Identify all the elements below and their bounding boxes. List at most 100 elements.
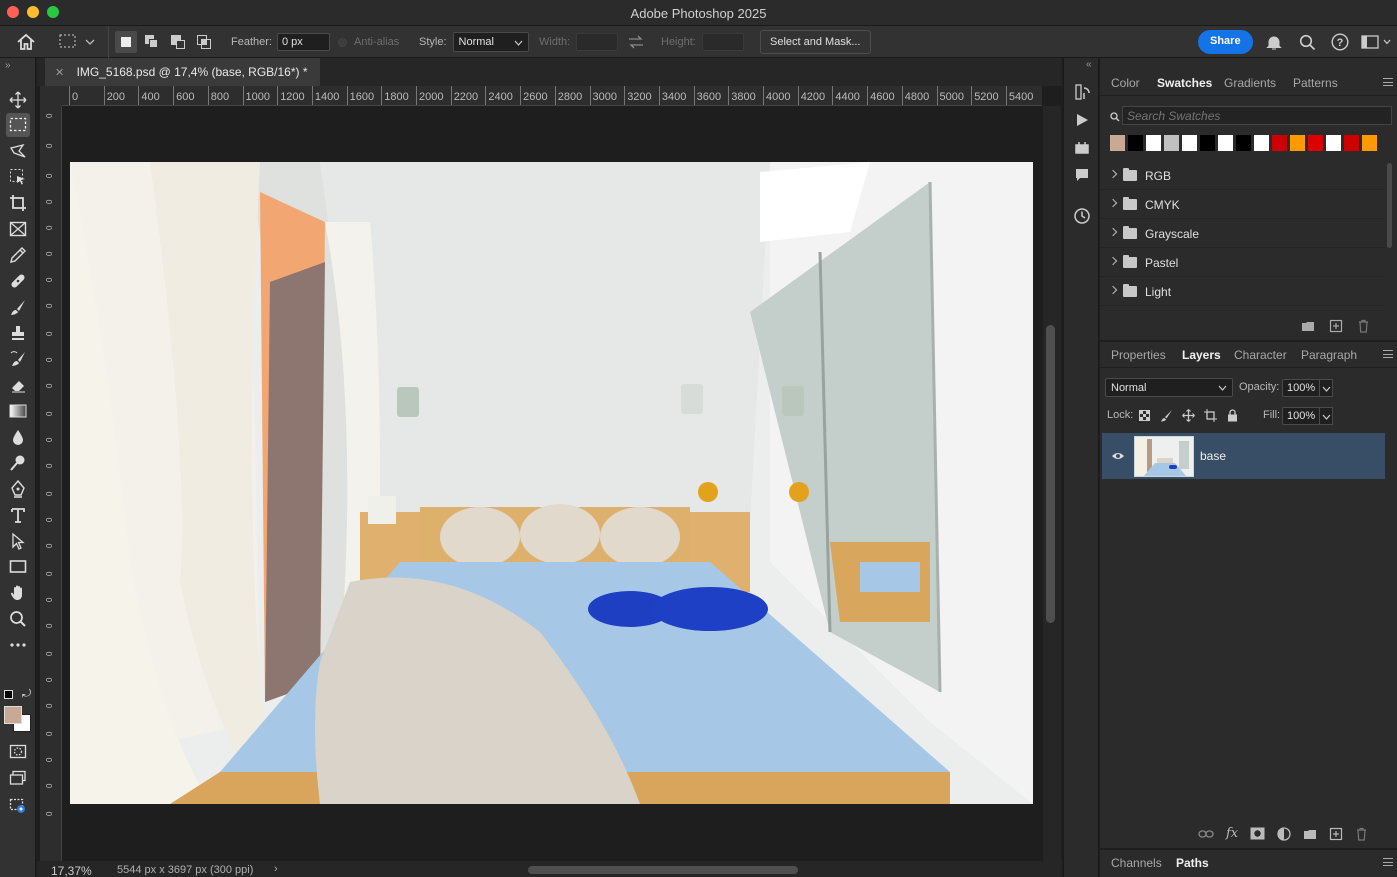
link-layers-icon[interactable] (1198, 829, 1214, 839)
history-states-button[interactable] (1070, 80, 1094, 104)
gradient-tool[interactable] (6, 399, 30, 423)
tab-character[interactable]: Character (1234, 342, 1287, 368)
trash-icon[interactable] (1357, 319, 1370, 333)
brush-tool[interactable] (6, 295, 30, 319)
layer-effects-icon[interactable]: fx (1226, 826, 1238, 841)
home-button[interactable] (16, 26, 36, 58)
anti-alias-checkbox[interactable] (338, 37, 347, 47)
lock-transparent-icon[interactable] (1139, 410, 1150, 421)
comments-button[interactable] (1070, 163, 1094, 187)
new-selection-icon[interactable] (115, 31, 137, 53)
panel-menu-icon[interactable] (1383, 858, 1393, 866)
subtract-selection-icon[interactable] (167, 31, 189, 53)
new-layer-icon[interactable] (1329, 827, 1343, 841)
color-swatch[interactable] (1182, 135, 1197, 151)
color-swatch[interactable] (1326, 135, 1341, 151)
color-swatch[interactable] (1164, 135, 1179, 151)
screen-mode-button[interactable] (6, 766, 30, 790)
document-tab[interactable]: ✕ IMG_5168.psd @ 17,4% (base, RGB/16*) * (45, 58, 320, 86)
type-tool[interactable] (6, 503, 30, 527)
tab-layers[interactable]: Layers (1182, 342, 1221, 368)
color-swatch[interactable] (1272, 135, 1287, 151)
eraser-tool[interactable] (6, 373, 30, 397)
vertical-ruler[interactable]: 0 0 0 0 0 0 0 0 0 0 0 0 0 0 0 0 0 0 0 0 … (40, 106, 62, 861)
swap-colors-icon[interactable]: ⤾ (22, 688, 31, 701)
new-swatch-icon[interactable] (1329, 319, 1343, 333)
color-swatch[interactable] (1308, 135, 1323, 151)
intersect-selection-icon[interactable] (193, 31, 215, 53)
tab-color[interactable]: Color (1111, 70, 1140, 96)
layer-row-base[interactable]: base (1102, 433, 1385, 479)
tool-preset-picker[interactable] (59, 26, 95, 58)
trash-icon[interactable] (1355, 827, 1368, 841)
lock-artboard-icon[interactable] (1204, 409, 1217, 422)
color-swatch[interactable] (1344, 135, 1359, 151)
actions-button[interactable] (1070, 108, 1094, 132)
color-swatch[interactable] (1128, 135, 1143, 151)
history-brush-tool[interactable] (6, 347, 30, 371)
swatch-group-cmyk[interactable]: CMYK (1100, 190, 1385, 219)
zoom-level[interactable]: 17,37% (51, 864, 92, 877)
hand-tool[interactable] (6, 581, 30, 605)
panel-menu-icon[interactable] (1383, 78, 1393, 86)
swatches-scrollbar[interactable] (1387, 163, 1392, 248)
document-image[interactable] (70, 162, 1033, 804)
ruler-origin[interactable] (40, 86, 62, 106)
color-swatch[interactable] (1200, 135, 1215, 151)
close-tab-icon[interactable]: ✕ (55, 67, 64, 79)
layer-name[interactable]: base (1200, 449, 1226, 463)
swatch-group-light[interactable]: Light (1100, 277, 1385, 306)
move-tool[interactable] (6, 88, 30, 112)
tab-paths[interactable]: Paths (1176, 850, 1209, 876)
lasso-tool[interactable] (6, 139, 30, 163)
visibility-eye-icon[interactable] (1111, 451, 1125, 461)
lock-all-icon[interactable] (1227, 409, 1238, 422)
fill-input[interactable]: 100% (1282, 407, 1320, 425)
quick-mask-button[interactable] (6, 740, 30, 764)
search-button[interactable] (1299, 26, 1316, 58)
swap-dimensions-button[interactable] (627, 26, 645, 58)
clone-stamp-tool[interactable] (6, 321, 30, 345)
opacity-dropdown[interactable] (1319, 379, 1333, 397)
tab-gradients[interactable]: Gradients (1224, 70, 1276, 96)
vertical-scroll-thumb[interactable] (1046, 325, 1055, 623)
select-and-mask-button[interactable]: Select and Mask... (760, 30, 871, 54)
tab-paragraph[interactable]: Paragraph (1301, 342, 1357, 368)
status-menu-chevron-icon[interactable]: › (274, 863, 278, 875)
zoom-tool[interactable] (6, 607, 30, 631)
document-dimensions[interactable]: 5544 px x 3697 px (300 ppi) (117, 864, 253, 876)
blend-mode-select[interactable]: Normal (1105, 378, 1233, 397)
opacity-input[interactable]: 100% (1282, 379, 1320, 397)
blur-tool[interactable] (6, 425, 30, 449)
rectangular-marquee-tool[interactable] (6, 113, 30, 137)
swatch-group-grayscale[interactable]: Grayscale (1100, 219, 1385, 248)
color-swatch[interactable] (1236, 135, 1251, 151)
share-button[interactable]: Share (1198, 30, 1253, 54)
rectangle-tool[interactable] (6, 555, 30, 579)
generative-fill-button[interactable] (6, 794, 30, 818)
tab-properties[interactable]: Properties (1111, 342, 1166, 368)
object-selection-tool[interactable] (6, 165, 30, 189)
add-mask-icon[interactable] (1250, 827, 1265, 840)
width-input[interactable] (576, 33, 619, 51)
collapse-dock-icon[interactable]: « (1086, 59, 1092, 70)
lock-pixels-icon[interactable] (1160, 409, 1173, 422)
lock-position-icon[interactable] (1182, 409, 1195, 422)
collapse-toolbar-icon[interactable]: » (5, 60, 11, 71)
default-colors-icon[interactable] (4, 690, 13, 699)
history-button[interactable] (1070, 204, 1094, 228)
swatch-group-pastel[interactable]: Pastel (1100, 248, 1385, 277)
horizontal-scroll-thumb[interactable] (528, 866, 798, 874)
foreground-color-swatch[interactable] (4, 706, 22, 724)
adjustment-layer-icon[interactable] (1277, 826, 1291, 841)
color-swatch[interactable] (1146, 135, 1161, 151)
style-select[interactable]: Normal (452, 32, 529, 52)
tab-patterns[interactable]: Patterns (1293, 70, 1338, 96)
new-group-icon[interactable] (1301, 320, 1315, 332)
path-selection-tool[interactable] (6, 529, 30, 553)
workspace-switcher[interactable] (1361, 26, 1391, 58)
search-swatches-input[interactable] (1122, 106, 1392, 125)
dodge-tool[interactable] (6, 451, 30, 475)
color-swatch[interactable] (1110, 135, 1125, 151)
horizontal-ruler[interactable]: 0 200 400 600 800 1000 1200 1400 1600 1800 2000 220… (62, 86, 1042, 106)
